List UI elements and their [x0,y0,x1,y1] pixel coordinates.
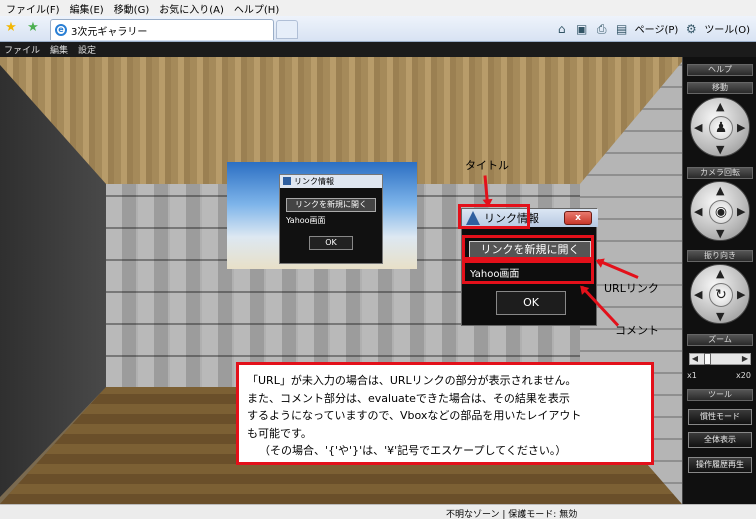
gear-icon: ⚙ [685,21,697,36]
comment-highlight-box [462,260,594,284]
painting-dialog-ok: OK [309,236,353,250]
zoom-right-icon[interactable]: ▶ [740,354,750,364]
command-bar: ⌂ ▣ ⎙ ▤ ページ(P) ⚙ ツール(O) [555,21,750,37]
ok-button[interactable]: OK [496,291,566,315]
zoom-left-icon[interactable]: ◀ [690,354,700,364]
painting-dialog-comment: Yahoo画面 [286,216,326,225]
note-line: また、コメント部分は、evaluateできた場合は、その結果を表示 [247,391,570,405]
app-menubar: ファイル 編集 設定 [0,42,756,57]
note-line: （その場合、'{'や'}'は、'¥'記号でエスケープしてください。） [259,444,567,457]
rotate-icon: ↻ [709,283,733,307]
menu-favorites[interactable]: お気に入り(A) [159,1,224,16]
app-menu-edit[interactable]: 編集 [50,43,68,56]
arrow-right-icon[interactable]: ▶ [737,122,745,133]
explanation-note: 「URL」が未入力の場合は、URLリンクの部分が表示されません。 また、コメント… [236,362,654,465]
camera-rotate-dial[interactable]: ▲ ▼ ◀ ▶ ◉ [690,181,750,241]
arrow-left-icon[interactable]: ◀ [694,122,702,133]
comment-annotation: コメント [615,324,659,337]
arrow-right-icon[interactable]: ▶ [737,289,745,300]
tab-title: 3次元ギャラリー [71,26,148,38]
add-favorite-icon[interactable]: ★ [26,21,40,35]
link-highlight-box [462,235,594,260]
tools-menu[interactable]: ツール(O) [704,21,750,36]
note-line: するようになっていますので、Vboxなどの部品を用いたレイアウト [247,409,582,422]
menu-go[interactable]: 移動(G) [114,1,150,16]
page-menu[interactable]: ページ(P) [635,21,679,36]
help-button[interactable]: ヘルプ [687,64,753,76]
tools-section-title: ツール [687,389,753,401]
arrow-left-icon[interactable]: ◀ [694,289,702,300]
zoom-slider[interactable]: ◀ ▶ [689,353,751,365]
control-panel: ヘルプ 移動 ▲ ▼ ◀ ▶ ♟ カメラ回転 ▲ ▼ ◀ ▶ ◉ 振り向き ▲ … [682,57,756,504]
url-link-annotation: URLリンク [604,282,659,295]
title-annotation: タイトル [465,159,509,172]
zoom-max-label: x20 [736,371,751,380]
browser-tab-row: ★ ★ e 3次元ギャラリー ⌂ ▣ ⎙ ▤ ページ(P) ⚙ ツール(O) [0,16,756,42]
arrow-down-icon[interactable]: ▼ [716,144,724,155]
menu-edit[interactable]: 編集(E) [70,1,104,16]
browser-menubar: ファイル(F) 編集(E) 移動(G) お気に入り(A) ヘルプ(H) [0,0,756,16]
menu-help[interactable]: ヘルプ(H) [234,1,279,16]
show-all-button[interactable]: 全体表示 [688,432,752,448]
camera-icon: ◉ [709,200,733,224]
turn-dial[interactable]: ▲ ▼ ◀ ▶ ↻ [690,264,750,324]
page-icon: ▤ [616,21,628,36]
favorites-star-icon[interactable]: ★ [4,21,18,35]
wall-painting[interactable]: リンク情報 リンクを新規に開く Yahoo画面 OK [227,162,417,269]
note-line: も可能です。 [247,426,312,440]
camera-rotate-title: カメラ回転 [687,167,753,179]
arrow-up-icon[interactable]: ▲ [716,268,724,279]
replay-history-button[interactable]: 操作履歴再生 [688,457,752,473]
status-bar: 不明なゾーン | 保護モード: 無効 [0,504,756,519]
title-highlight-box [458,204,530,229]
arrow-left-icon[interactable]: ◀ [694,206,702,217]
arrow-down-icon[interactable]: ▼ [716,311,724,322]
footprint-icon: ♟ [709,116,733,140]
printer-icon[interactable]: ⎙ [595,22,609,36]
ie-page-icon: e [55,24,67,36]
app-menu-file[interactable]: ファイル [4,43,40,56]
zoom-slider-thumb[interactable] [704,353,712,365]
menu-file[interactable]: ファイル(F) [6,1,60,16]
painting-link-dialog: リンク情報 リンクを新規に開く Yahoo画面 OK [279,174,383,264]
note-line: 「URL」が未入力の場合は、URLリンクの部分が表示されません。 [247,374,577,387]
close-button[interactable]: x [564,211,592,225]
arrow-up-icon[interactable]: ▲ [716,101,724,112]
home-icon[interactable]: ⌂ [555,22,569,36]
arrow-down-icon[interactable]: ▼ [716,228,724,239]
new-tab-button[interactable] [276,20,298,39]
move-dial[interactable]: ▲ ▼ ◀ ▶ ♟ [690,97,750,157]
move-section-title: 移動 [687,82,753,94]
browser-tab[interactable]: e 3次元ギャラリー [50,19,274,40]
zoom-min-label: x1 [687,371,697,380]
inertia-mode-button[interactable]: 慣性モード [688,409,752,425]
painting-dialog-link: リンクを新規に開く [286,198,376,212]
app-menu-settings[interactable]: 設定 [78,43,96,56]
arrow-up-icon[interactable]: ▲ [716,185,724,196]
turn-section-title: 振り向き [687,250,753,262]
status-text: 不明なゾーン | 保護モード: 無効 [446,510,578,519]
painting-dialog-title: リンク情報 [280,175,382,188]
zoom-section-title: ズーム [687,334,753,346]
arrow-right-icon[interactable]: ▶ [737,206,745,217]
rss-icon[interactable]: ▣ [575,22,589,36]
